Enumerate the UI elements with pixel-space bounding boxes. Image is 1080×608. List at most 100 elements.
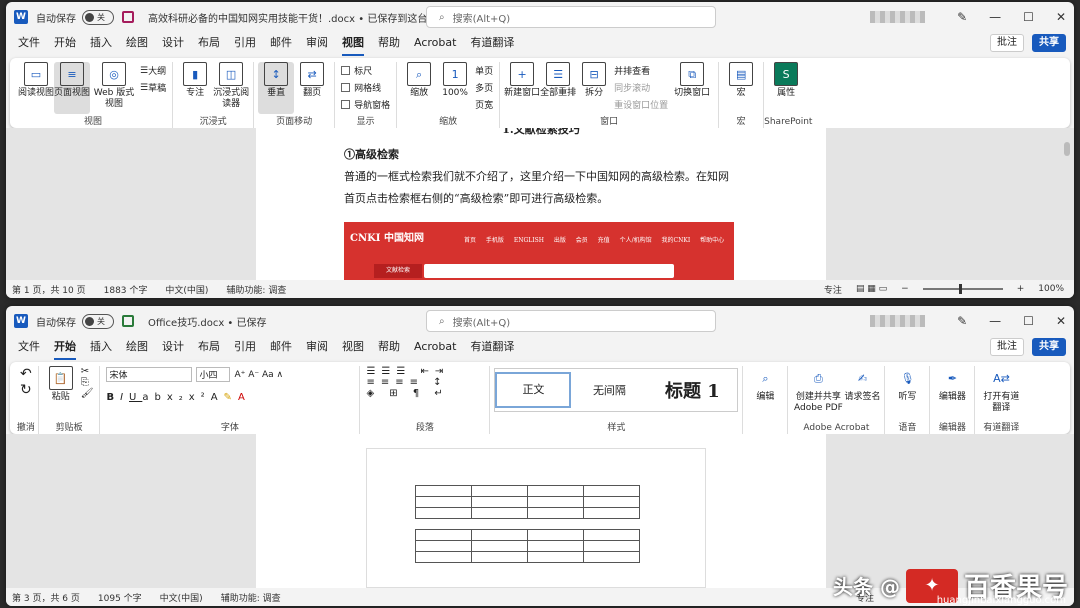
outline-button[interactable]: ☰ 大纲 — [140, 62, 166, 79]
language[interactable]: 中文(中国) — [160, 591, 203, 604]
maximize-button[interactable]: ☐ — [1023, 10, 1034, 24]
view-buttons[interactable]: ▤ ▦ ▭ — [856, 284, 887, 294]
zoom-button[interactable]: ⌕ 缩放 — [401, 62, 437, 114]
search-input[interactable]: ⌕ 搜索(Alt+Q) — [426, 6, 716, 28]
minimize-button[interactable]: — — [989, 314, 1001, 328]
web-layout-button[interactable]: ◎ Web 版式视图 — [90, 62, 138, 114]
grow-font-icon[interactable]: A⁺ A⁻ Aa ∧ — [234, 370, 283, 380]
paste-button[interactable]: 📋 粘贴 — [43, 366, 79, 420]
shading-icon[interactable]: ◈ ⊞ ¶ ↵ — [366, 388, 449, 399]
tab-insert[interactable]: 插入 — [90, 32, 112, 56]
side-by-side-button[interactable]: 并排查看 — [614, 62, 668, 79]
strikethrough-button[interactable]: ab — [142, 392, 166, 403]
tab-file[interactable]: 文件 — [18, 336, 40, 360]
switch-window-button[interactable]: ⧉ 切换窗口 — [670, 62, 714, 114]
comments-button[interactable]: 批注 — [990, 338, 1024, 356]
cut-icon[interactable]: ✂ — [81, 366, 94, 377]
tab-insert[interactable]: 插入 — [90, 336, 112, 360]
open-youdao-button[interactable]: A⇄ 打开有道翻译 — [979, 366, 1023, 420]
tab-draw[interactable]: 绘图 — [126, 32, 148, 56]
split-button[interactable]: ⊟ 拆分 — [576, 62, 612, 114]
tab-draw[interactable]: 绘图 — [126, 336, 148, 360]
style-heading1[interactable]: 标题 1 — [647, 377, 737, 403]
zoom-level[interactable]: 100% — [1038, 284, 1064, 294]
document-title[interactable]: 高效科研必备的中国知网实用技能干货！.docx • 已保存到这台电脑 ⌄ — [148, 10, 459, 25]
gridlines-checkbox[interactable]: 网格线 — [341, 79, 390, 96]
arrange-all-button[interactable]: ☰ 全部重排 — [540, 62, 576, 114]
zoom-out-icon[interactable]: − — [901, 284, 909, 294]
zoom-slider[interactable] — [922, 284, 1003, 294]
reset-window-button[interactable]: 重设窗口位置 — [614, 96, 668, 113]
accessibility[interactable]: 辅助功能: 调查 — [221, 591, 281, 604]
share-button[interactable]: 共享 — [1032, 338, 1066, 356]
focus-mode[interactable]: 专注 — [824, 283, 842, 296]
share-button[interactable]: 共享 — [1032, 34, 1066, 52]
document-page[interactable] — [256, 434, 826, 588]
tab-help[interactable]: 帮助 — [378, 336, 400, 360]
edit-button[interactable]: ⌕ 编辑 — [747, 366, 783, 420]
tab-review[interactable]: 审阅 — [306, 336, 328, 360]
tab-layout[interactable]: 布局 — [198, 336, 220, 360]
properties-button[interactable]: S 属性 — [768, 62, 804, 114]
copy-icon[interactable]: ⎘ — [81, 377, 94, 388]
create-pdf-button[interactable]: ⎙ 创建并共享 Adobe PDF — [792, 366, 844, 420]
bullets-icon[interactable]: ☰☰☰ ⇤⇥ — [366, 366, 449, 377]
format-painter-icon[interactable]: 🖌 — [81, 388, 94, 399]
tab-references[interactable]: 引用 — [234, 336, 256, 360]
autosave-toggle[interactable]: 关 — [82, 313, 114, 329]
font-color-icon[interactable]: A — [238, 392, 251, 403]
tab-file[interactable]: 文件 — [18, 32, 40, 56]
read-mode-button[interactable]: ▭ 阅读视图 — [18, 62, 54, 114]
text-effects-icon[interactable]: A — [211, 392, 224, 403]
accessibility[interactable]: 辅助功能: 调查 — [226, 283, 286, 296]
draft-button[interactable]: ☰ 草稿 — [140, 79, 166, 96]
tab-layout[interactable]: 布局 — [198, 32, 220, 56]
immersive-reader-button[interactable]: ◫ 沉浸式阅读器 — [213, 62, 249, 114]
account-avatar[interactable] — [870, 315, 926, 327]
tab-acrobat[interactable]: Acrobat — [414, 336, 456, 360]
new-window-button[interactable]: + 新建窗口 — [504, 62, 540, 114]
tab-references[interactable]: 引用 — [234, 32, 256, 56]
page-width-button[interactable]: 页宽 — [475, 96, 493, 113]
tab-mailings[interactable]: 邮件 — [270, 32, 292, 56]
dictate-button[interactable]: 🎙 听写 — [889, 366, 925, 420]
minimize-button[interactable]: — — [989, 10, 1001, 24]
maximize-button[interactable]: ☐ — [1023, 314, 1034, 328]
tab-mailings[interactable]: 邮件 — [270, 336, 292, 360]
request-sign-button[interactable]: ✍ 请求签名 — [844, 366, 880, 420]
style-no-spacing[interactable]: 无间隔 — [571, 382, 647, 398]
zoom-in-icon[interactable]: + — [1017, 284, 1025, 294]
highlight-icon[interactable]: ✎ — [224, 392, 238, 403]
undo-icon[interactable]: ↶ — [20, 366, 32, 382]
styles-gallery[interactable]: 正文 无间隔 标题 1 — [494, 368, 739, 412]
ruler-checkbox[interactable]: 标尺 — [341, 62, 390, 79]
pen-icon[interactable]: ✎ — [957, 10, 967, 24]
one-page-button[interactable]: 单页 — [475, 62, 493, 79]
page-count[interactable]: 第 1 页，共 10 页 — [12, 283, 86, 296]
focus-button[interactable]: ▮ 专注 — [177, 62, 213, 114]
save-icon[interactable] — [122, 315, 134, 327]
document-page[interactable]: 1.文献检索技巧 ①高级检索 普通的一框式检索我们就不介绍了，这里介绍一下中国知… — [256, 128, 826, 280]
tab-home[interactable]: 开始 — [54, 336, 76, 360]
close-button[interactable]: ✕ — [1056, 10, 1066, 24]
close-button[interactable]: ✕ — [1056, 314, 1066, 328]
page-count[interactable]: 第 3 页，共 6 页 — [12, 591, 80, 604]
word-count[interactable]: 1095 个字 — [98, 591, 142, 604]
macros-button[interactable]: ▤ 宏 — [723, 62, 759, 114]
side-to-side-button[interactable]: ⇄ 翻页 — [294, 62, 330, 114]
tab-view[interactable]: 视图 — [342, 32, 364, 56]
style-normal[interactable]: 正文 — [495, 372, 572, 408]
subscript-button[interactable]: x₂ — [167, 392, 189, 403]
tab-help[interactable]: 帮助 — [378, 32, 400, 56]
font-size-select[interactable]: 小四 — [196, 367, 231, 382]
save-icon[interactable] — [122, 11, 134, 23]
tab-design[interactable]: 设计 — [162, 32, 184, 56]
scrollbar[interactable] — [1064, 142, 1070, 156]
multi-page-button[interactable]: 多页 — [475, 79, 493, 96]
nav-pane-checkbox[interactable]: 导航窗格 — [341, 96, 390, 113]
align-icons[interactable]: ≡≡≡≡ ↕ — [366, 377, 449, 388]
tab-view[interactable]: 视图 — [342, 336, 364, 360]
pen-icon[interactable]: ✎ — [957, 314, 967, 328]
vertical-button[interactable]: ↕ 垂直 — [258, 62, 295, 114]
zoom-100-button[interactable]: 1 100% — [437, 62, 473, 114]
